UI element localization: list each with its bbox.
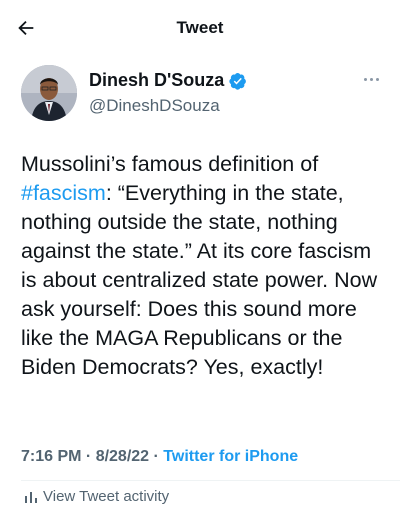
verified-badge-icon <box>229 72 247 90</box>
page-title: Tweet <box>176 18 224 37</box>
avatar-image <box>21 65 77 121</box>
hashtag-link[interactable]: #fascism <box>21 181 106 205</box>
timestamp[interactable]: 7:16 PM · 8/28/22 · <box>21 448 163 465</box>
source-link[interactable]: Twitter for iPhone <box>163 448 298 465</box>
tweet-meta: 7:16 PM · 8/28/22 · Twitter for iPhone <box>21 448 298 466</box>
more-horizontal-icon <box>364 78 367 81</box>
author-name-row[interactable]: Dinesh D'Souza <box>89 70 247 91</box>
more-button[interactable] <box>360 70 384 90</box>
view-activity-link[interactable]: View Tweet activity <box>24 488 169 505</box>
tweet-text-after: : “Everything in the state, nothing outs… <box>21 181 378 379</box>
top-bar: Tweet <box>0 0 400 54</box>
divider <box>21 480 400 481</box>
view-activity-label[interactable]: View Tweet activity <box>43 488 169 505</box>
author-name[interactable]: Dinesh D'Souza <box>89 70 224 91</box>
avatar[interactable] <box>21 65 77 121</box>
tweet-text-before: Mussolini’s famous definition of <box>21 152 319 176</box>
author-handle[interactable]: @DineshDSouza <box>89 96 220 116</box>
bar-chart-icon <box>24 490 38 504</box>
tweet-text: Mussolini’s famous definition of #fascis… <box>21 150 386 382</box>
